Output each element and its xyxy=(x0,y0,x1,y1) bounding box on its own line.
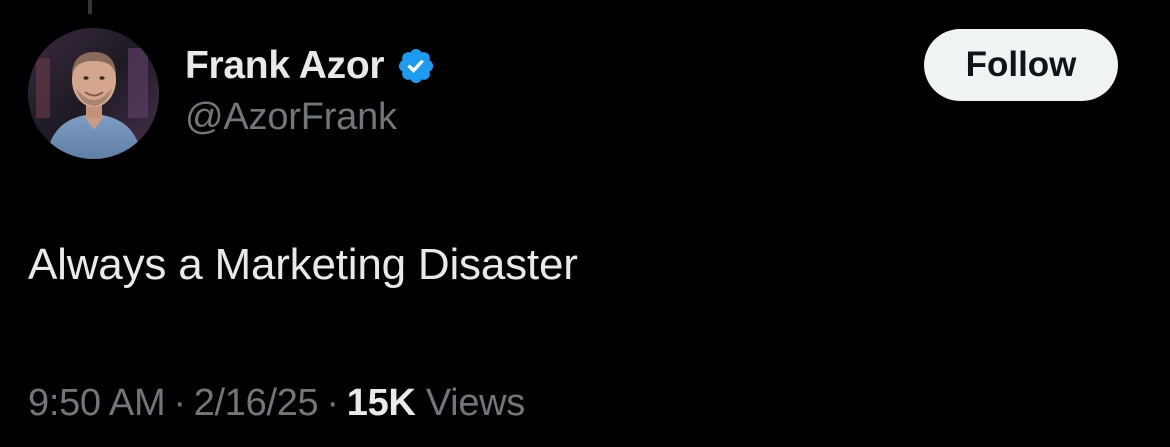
meta-separator: · xyxy=(326,382,339,424)
profile-photo-icon xyxy=(28,28,159,159)
tweet-time[interactable]: 9:50 AM xyxy=(28,382,166,424)
meta-separator: · xyxy=(173,382,186,424)
author-display-name[interactable]: Frank Azor xyxy=(185,44,385,88)
author-name-row: Frank Azor xyxy=(185,40,436,92)
tweet-text: Always a Marketing Disaster xyxy=(28,240,578,289)
verified-badge-icon[interactable] xyxy=(396,46,436,86)
views-label: Views xyxy=(425,382,525,424)
tweet-meta-row: 9:50 AM · 2/16/25 · 15K Views xyxy=(28,382,525,425)
avatar[interactable] xyxy=(28,28,159,159)
views-count: 15K xyxy=(346,382,416,424)
author-handle[interactable]: @AzorFrank xyxy=(185,96,397,139)
thread-connector-line xyxy=(88,0,92,14)
follow-button[interactable]: Follow xyxy=(924,29,1118,101)
tweet-date[interactable]: 2/16/25 xyxy=(194,382,319,424)
